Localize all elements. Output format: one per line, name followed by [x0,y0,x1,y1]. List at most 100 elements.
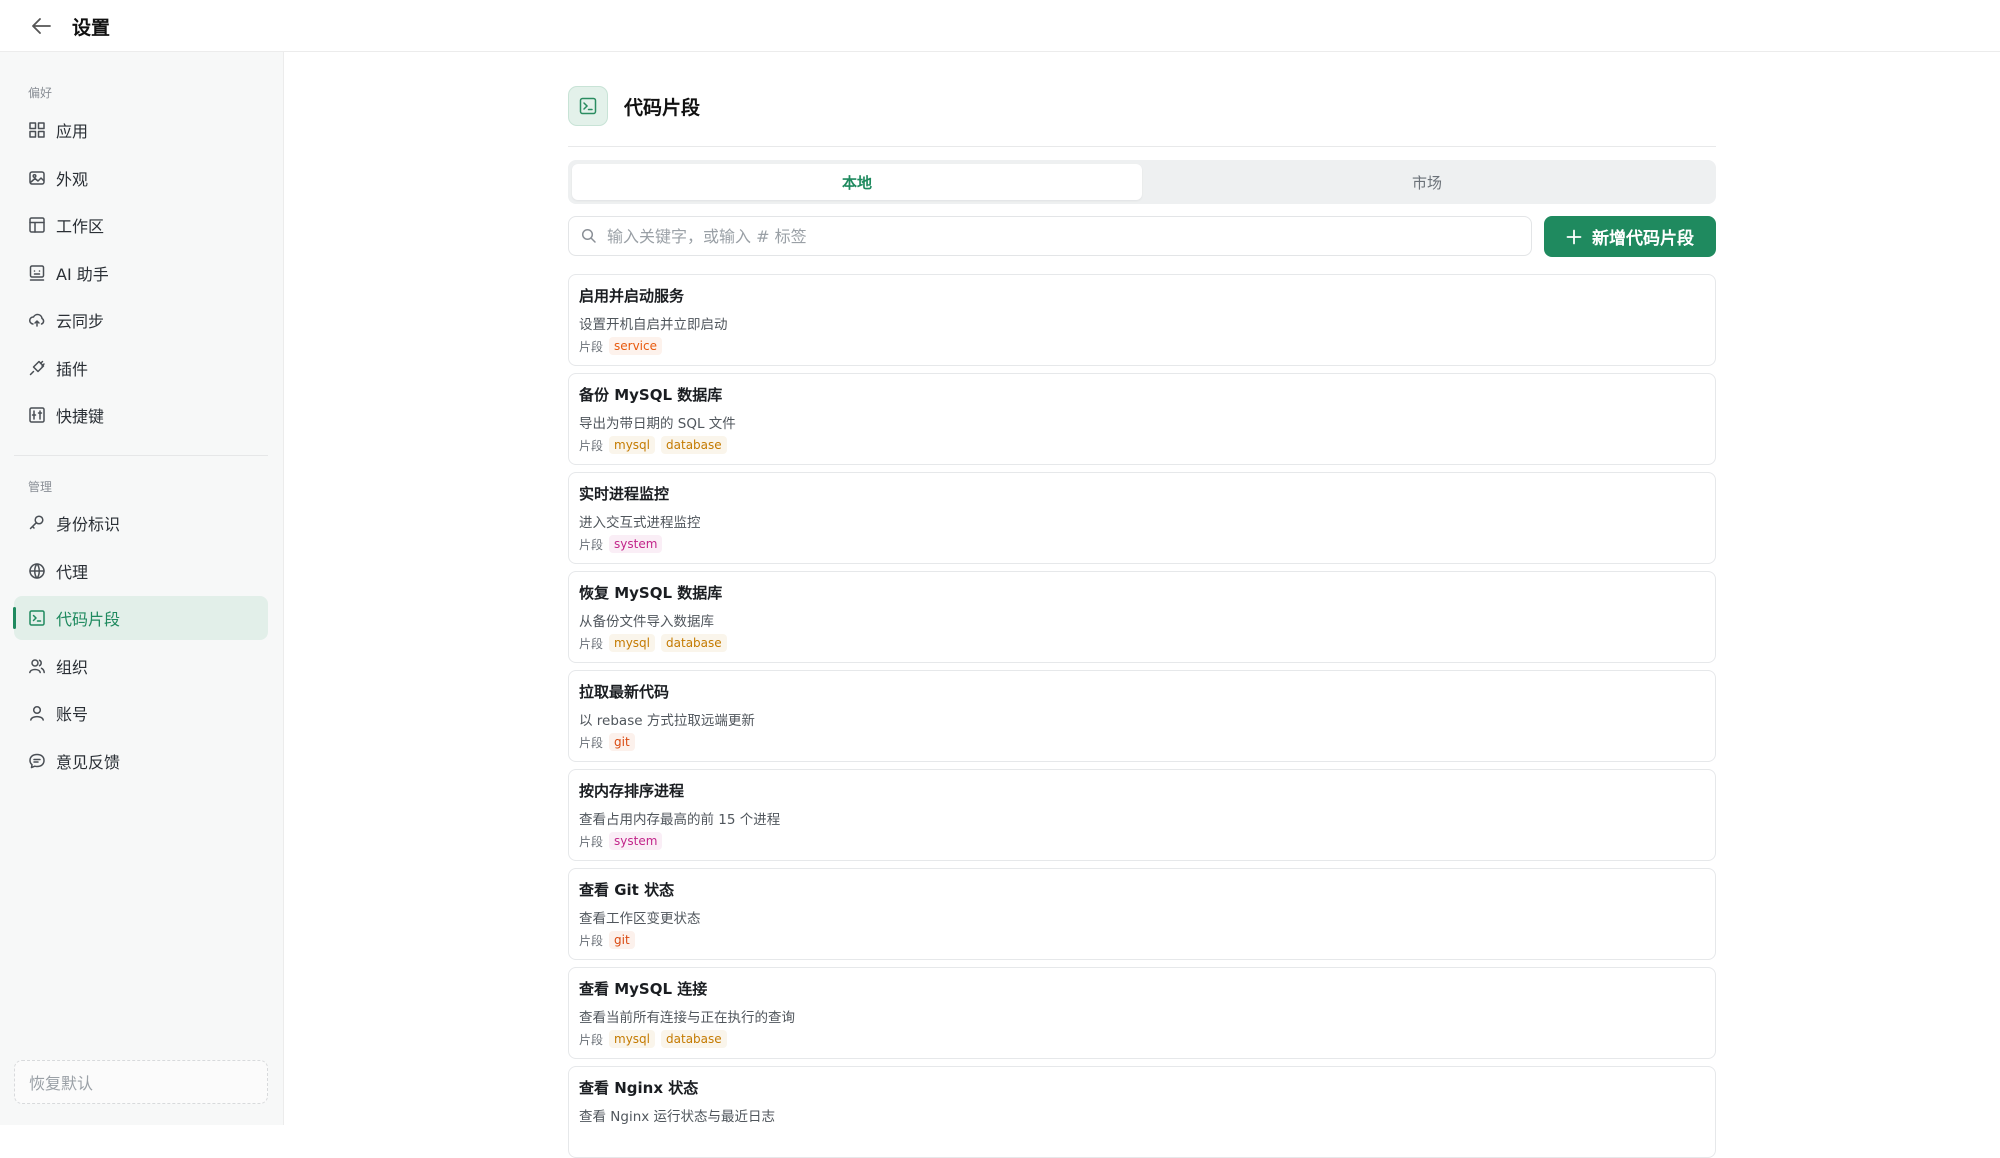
snippet-meta-row: 片段 system [579,832,1705,850]
sidebar-item-label: 代码片段 [56,610,121,629]
top-bar: 设置 [0,0,2000,52]
snippet-title: 查看 Git 状态 [579,881,675,899]
snippet-card[interactable]: 查看 Git 状态 查看工作区变更状态 片段 git [568,868,1716,960]
tag-badge[interactable]: service [609,337,662,355]
section-title: 代码片段 [624,96,701,119]
snippet-meta-row: 片段 mysql database [579,436,1705,454]
tag-badge[interactable]: database [661,634,727,652]
snippet-title: 恢复 MySQL 数据库 [579,584,723,602]
sidebar-item-label: 外观 [56,169,89,189]
snippet-card[interactable]: 拉取最新代码以 rebase 方式拉取远端更新 片段 git [568,670,1716,762]
snippet-card[interactable]: 实时进程监控 进入交互式进程监控 片段 system [568,472,1716,564]
sidebar-item-1[interactable]: 应用 [14,108,268,152]
active-indicator [13,607,16,629]
snippet-title: 实时进程监控 [579,485,670,503]
back-arrow-icon[interactable] [28,14,54,38]
sidebar-item-3[interactable]: 工作区 [14,203,268,247]
user-icon [28,704,46,722]
sidebar-item-5[interactable]: 云同步 [14,298,268,342]
snippet-card[interactable]: 恢复 MySQL 数据库 从备份文件导入数据库 片段 mysql database [568,571,1716,663]
snippet-title: 备份 MySQL 数据库 [579,386,723,404]
page-title: 设置 [72,17,111,39]
sidebar-item-label: AI 助手 [56,264,109,284]
sidebar-item-label: 快捷键 [56,407,105,426]
snippet-kind-label: 片段 [579,537,604,552]
sidebar-item-label: 身份标识 [56,515,121,534]
snippet-description: 查看占用内存最高的前 15 个进程 [579,812,781,828]
snippet-description: 设置开机自启并立即启动 [579,317,728,333]
sidebar-item-4[interactable]: AI 助手 [14,251,268,295]
snippet-kind-label: 片段 [579,636,604,651]
plus-icon [1566,229,1582,245]
snippet-description: 查看当前所有连接与正在执行的查询 [579,1010,795,1026]
snippet-card[interactable]: 启用并启动服务设置开机自启并立即启动 片段 service [568,274,1716,366]
sidebar-item-label: 代理 [56,562,89,582]
sidebar-item-label: 账号 [56,705,89,724]
sidebar-item-2[interactable]: 外观 [14,156,268,200]
reset-default-button[interactable]: 恢复默认 [14,1060,268,1104]
sidebar-item-label: 应用 [56,122,89,141]
snippet-card[interactable]: 查看 MySQL 连接查看当前所有连接与正在执行的查询 片段 mysql databa… [568,967,1716,1059]
sidebar-item-10[interactable]: 代码片段 [13,596,268,640]
snippet-kind-label: 片段 [579,1032,604,1047]
tag-badge[interactable]: git [609,931,635,949]
snippet-description: 查看工作区变更状态 [579,911,701,927]
tag-badge[interactable]: system [609,535,663,553]
sidebar-item-8[interactable]: 身份标识 [14,501,268,545]
tag-badge[interactable]: system [609,832,663,850]
add-snippet-button[interactable]: 新增代码片段 [1544,216,1716,257]
snippet-meta-row: 片段 git [579,733,1705,751]
search-box [568,216,1532,256]
add-snippet-label: 新增代码片段 [1592,229,1694,249]
globe-icon [28,562,46,580]
grid-icon [28,121,46,139]
tab-switcher: 本地 市场 [568,160,1716,204]
sidebar-item-13[interactable]: 意见反馈 [14,739,268,783]
snippet-kind-label: 片段 [579,438,604,453]
header-divider [568,146,1716,147]
tag-badge[interactable]: mysql [609,436,656,454]
chat-icon [28,752,46,770]
snippet-title: 按内存排序进程 [579,782,685,800]
tag-badge[interactable]: database [661,436,727,454]
snippet-card[interactable]: 查看 Nginx 状态查看 Nginx 运行状态与最近日志 [568,1066,1716,1158]
sidebar-item-12[interactable]: 账号 [14,691,268,735]
sidebar-divider [14,455,268,456]
group-label-management: 管理 [28,480,53,494]
snippet-title: 拉取最新代码 [579,683,670,701]
cloud-sync-icon [28,311,46,329]
layout-icon [28,216,46,234]
tag-badge[interactable]: database [661,1030,727,1048]
terminal-icon [568,86,608,126]
tag-badge[interactable]: git [609,733,635,751]
snippet-card[interactable]: 备份 MySQL 数据库 导出为带日期的 SQL 文件 片段 mysql databas… [568,373,1716,465]
team-icon [28,657,46,675]
tab-local[interactable]: 本地 [572,164,1142,200]
sidebar-item-6[interactable]: 插件 [14,346,268,390]
snippet-description: 导出为带日期的 SQL 文件 [579,416,736,432]
group-label-preferences: 偏好 [28,86,53,100]
tab-market[interactable]: 市场 [1142,164,1712,200]
tag-badge[interactable]: mysql [609,634,656,652]
key-icon [28,514,46,532]
snippet-description: 查看 Nginx 运行状态与最近日志 [579,1109,776,1125]
shortcut-icon [28,406,46,424]
snippet-card[interactable]: 按内存排序进程查看占用内存最高的前 15 个进程片段 system [568,769,1716,861]
sidebar-item-label: 云同步 [56,312,105,331]
sidebar-item-7[interactable]: 快捷键 [14,393,268,437]
sidebar: 偏好 应用外观工作区 AI 助手云同步插件快捷键 管理 身份标识代理代码片段组织账… [0,52,284,1125]
snippet-kind-label: 片段 [579,339,604,354]
sidebar-item-label: 意见反馈 [56,752,121,772]
bot-icon [28,264,46,282]
snippet-title: 查看 MySQL 连接 [579,980,708,998]
snippet-meta-row: 片段 mysql database [579,634,1705,652]
sidebar-item-11[interactable]: 组织 [14,644,268,688]
search-icon [581,228,597,244]
search-input[interactable] [607,226,1507,246]
main-panel: 代码片段 本地 市场 新增代码片段 启用并启动服务设置开机自启并立即启动片段 se… [284,52,2000,1158]
sidebar-item-9[interactable]: 代理 [14,549,268,593]
tag-badge[interactable]: mysql [609,1030,656,1048]
snippet-title: 查看 Nginx 状态 [579,1079,699,1097]
snippet-title: 启用并启动服务 [579,287,685,305]
plug-icon [28,359,46,377]
